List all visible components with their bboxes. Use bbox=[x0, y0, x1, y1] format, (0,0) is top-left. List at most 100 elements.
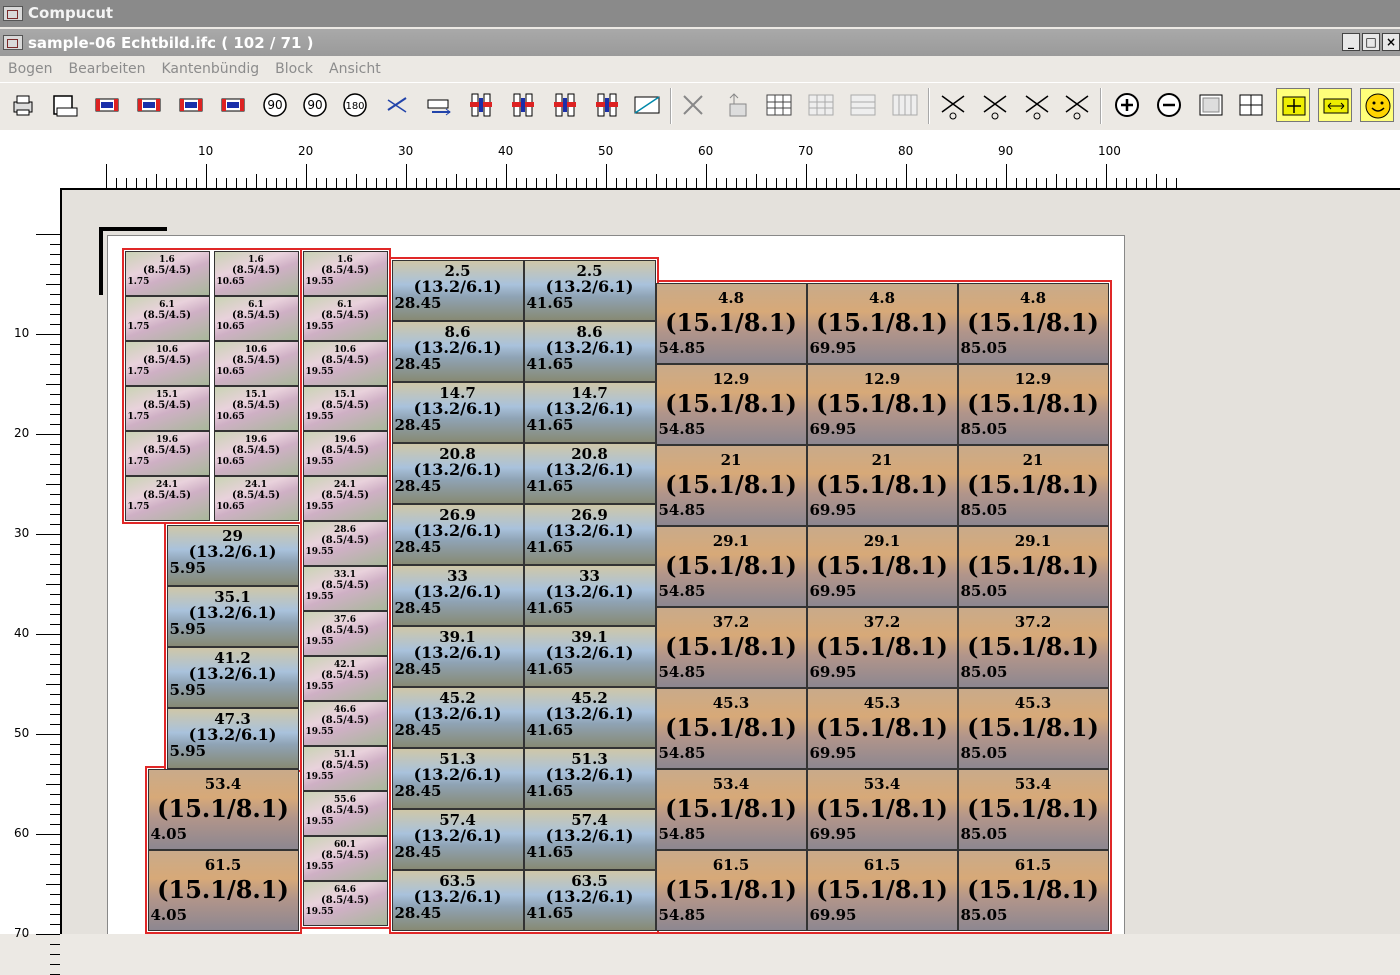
grid-disabled-button[interactable] bbox=[804, 88, 838, 122]
rotate-90-ccw-button[interactable]: 90 bbox=[298, 88, 332, 122]
grid-button[interactable] bbox=[762, 88, 796, 122]
label-small[interactable]: 19.6 (8.5/4.5) 19.55 bbox=[302, 431, 388, 476]
label-large[interactable]: 53.4 (15.1/8.1) 54.85 bbox=[655, 769, 807, 850]
label-red-blue-button[interactable] bbox=[216, 88, 250, 122]
zoom-in-button[interactable] bbox=[1110, 88, 1144, 122]
label-red-blue-button[interactable] bbox=[174, 88, 208, 122]
label-large[interactable]: 29.1 (15.1/8.1) 54.85 bbox=[655, 526, 807, 607]
page-view-button[interactable] bbox=[1194, 88, 1228, 122]
mirror-button[interactable] bbox=[380, 88, 414, 122]
label-medium[interactable]: 2.5 (13.2/6.1) 41.65 bbox=[523, 260, 656, 321]
label-large[interactable]: 29.1 (15.1/8.1) 85.05 bbox=[957, 526, 1109, 607]
label-small[interactable]: 1.6 (8.5/4.5) 1.75 bbox=[124, 251, 210, 296]
rotate-180-button[interactable]: 180 bbox=[338, 88, 372, 122]
label-small[interactable]: 19.6 (8.5/4.5) 1.75 bbox=[124, 431, 210, 476]
frame-button[interactable] bbox=[630, 88, 664, 122]
label-medium[interactable]: 63.5 (13.2/6.1) 28.45 bbox=[391, 870, 524, 931]
menu-ansicht[interactable]: Ansicht bbox=[329, 57, 381, 81]
label-medium[interactable]: 39.1 (13.2/6.1) 28.45 bbox=[391, 626, 524, 687]
label-small[interactable]: 6.1 (8.5/4.5) 10.65 bbox=[213, 296, 299, 341]
label-large[interactable]: 45.3 (15.1/8.1) 54.85 bbox=[655, 688, 807, 769]
label-small[interactable]: 55.6 (8.5/4.5) 19.55 bbox=[302, 791, 388, 836]
label-large[interactable]: 4.8 (15.1/8.1) 69.95 bbox=[806, 283, 958, 364]
label-large[interactable]: 53.4 (15.1/8.1) 69.95 bbox=[806, 769, 958, 850]
label-large[interactable]: 12.9 (15.1/8.1) 85.05 bbox=[957, 364, 1109, 445]
label-small[interactable]: 51.1 (8.5/4.5) 19.55 bbox=[302, 746, 388, 791]
label-large[interactable]: 21 (15.1/8.1) 85.05 bbox=[957, 445, 1109, 526]
label-medium[interactable]: 51.3 (13.2/6.1) 28.45 bbox=[391, 748, 524, 809]
minimize-button[interactable]: _ bbox=[1342, 33, 1360, 51]
label-large[interactable]: 12.9 (15.1/8.1) 69.95 bbox=[806, 364, 958, 445]
label-large[interactable]: 45.3 (15.1/8.1) 85.05 bbox=[957, 688, 1109, 769]
label-small[interactable]: 1.6 (8.5/4.5) 19.55 bbox=[302, 251, 388, 296]
align-arrow-button[interactable] bbox=[422, 88, 456, 122]
label-small[interactable]: 6.1 (8.5/4.5) 1.75 bbox=[124, 296, 210, 341]
menu-bogen[interactable]: Bogen bbox=[8, 57, 53, 81]
label-red-blue-button[interactable] bbox=[90, 88, 124, 122]
label-small[interactable]: 6.1 (8.5/4.5) 19.55 bbox=[302, 296, 388, 341]
label-small[interactable]: 19.6 (8.5/4.5) 10.65 bbox=[213, 431, 299, 476]
label-medium[interactable]: 26.9 (13.2/6.1) 28.45 bbox=[391, 504, 524, 565]
label-small[interactable]: 24.1 (8.5/4.5) 19.55 bbox=[302, 476, 388, 521]
align-left-button[interactable] bbox=[464, 88, 498, 122]
label-large[interactable]: 45.3 (15.1/8.1) 69.95 bbox=[806, 688, 958, 769]
label-medium[interactable]: 8.6 (13.2/6.1) 28.45 bbox=[391, 321, 524, 382]
label-small[interactable]: 15.1 (8.5/4.5) 10.65 bbox=[213, 386, 299, 431]
label-medium[interactable]: 35.1 (13.2/6.1) 5.95 bbox=[166, 586, 299, 647]
label-medium[interactable]: 20.8 (13.2/6.1) 41.65 bbox=[523, 443, 656, 504]
insert-row-button[interactable] bbox=[720, 88, 754, 122]
label-large[interactable]: 21 (15.1/8.1) 69.95 bbox=[806, 445, 958, 526]
label-large[interactable]: 37.2 (15.1/8.1) 54.85 bbox=[655, 607, 807, 688]
label-medium[interactable]: 63.5 (13.2/6.1) 41.65 bbox=[523, 870, 656, 931]
label-small[interactable]: 24.1 (8.5/4.5) 10.65 bbox=[213, 476, 299, 521]
label-large[interactable]: 4.8 (15.1/8.1) 54.85 bbox=[655, 283, 807, 364]
printer-button[interactable] bbox=[6, 88, 40, 122]
label-medium[interactable]: 20.8 (13.2/6.1) 28.45 bbox=[391, 443, 524, 504]
label-small[interactable]: 10.6 (8.5/4.5) 19.55 bbox=[302, 341, 388, 386]
cut-horizontal-button[interactable] bbox=[1020, 88, 1054, 122]
label-medium[interactable]: 33 (13.2/6.1) 28.45 bbox=[391, 565, 524, 626]
maximize-button[interactable]: □ bbox=[1362, 33, 1380, 51]
move-mode-button[interactable] bbox=[1276, 88, 1310, 122]
fit-view-button[interactable] bbox=[1234, 88, 1268, 122]
menu-block[interactable]: Block bbox=[275, 57, 313, 81]
menu-bearbeiten[interactable]: Bearbeiten bbox=[69, 57, 146, 81]
label-small[interactable]: 10.6 (8.5/4.5) 1.75 bbox=[124, 341, 210, 386]
label-medium[interactable]: 45.2 (13.2/6.1) 41.65 bbox=[523, 687, 656, 748]
label-small[interactable]: 15.1 (8.5/4.5) 19.55 bbox=[302, 386, 388, 431]
cut-vertical-button[interactable] bbox=[978, 88, 1012, 122]
label-large[interactable]: 53.4 (15.1/8.1) 85.05 bbox=[957, 769, 1109, 850]
sheet-size-button[interactable] bbox=[48, 88, 82, 122]
layout-canvas[interactable]: 1.6 (8.5/4.5) 1.75 6.1 (8.5/4.5) 1.75 10.6 (8.5… bbox=[62, 190, 1400, 934]
cut-marks-button[interactable] bbox=[936, 88, 970, 122]
label-large[interactable]: 4.8 (15.1/8.1) 85.05 bbox=[957, 283, 1109, 364]
menu-kantenbuendig[interactable]: Kantenbündig bbox=[161, 57, 259, 81]
label-large[interactable]: 61.5 (15.1/8.1) 4.05 bbox=[147, 850, 299, 931]
label-medium[interactable]: 47.3 (13.2/6.1) 5.95 bbox=[166, 708, 299, 769]
label-small[interactable]: 37.6 (8.5/4.5) 19.55 bbox=[302, 611, 388, 656]
label-large[interactable]: 61.5 (15.1/8.1) 69.95 bbox=[806, 850, 958, 931]
label-medium[interactable]: 51.3 (13.2/6.1) 41.65 bbox=[523, 748, 656, 809]
columns-button[interactable] bbox=[888, 88, 922, 122]
label-medium[interactable]: 45.2 (13.2/6.1) 28.45 bbox=[391, 687, 524, 748]
label-medium[interactable]: 33 (13.2/6.1) 41.65 bbox=[523, 565, 656, 626]
align-center-v-button[interactable] bbox=[590, 88, 624, 122]
rows-button[interactable] bbox=[846, 88, 880, 122]
label-large[interactable]: 12.9 (15.1/8.1) 54.85 bbox=[655, 364, 807, 445]
label-small[interactable]: 46.6 (8.5/4.5) 19.55 bbox=[302, 701, 388, 746]
label-medium[interactable]: 39.1 (13.2/6.1) 41.65 bbox=[523, 626, 656, 687]
label-small[interactable]: 60.1 (8.5/4.5) 19.55 bbox=[302, 836, 388, 881]
label-small[interactable]: 28.6 (8.5/4.5) 19.55 bbox=[302, 521, 388, 566]
label-red-blue-button[interactable] bbox=[132, 88, 166, 122]
spacing-mode-button[interactable] bbox=[1318, 88, 1352, 122]
label-medium[interactable]: 14.7 (13.2/6.1) 28.45 bbox=[391, 382, 524, 443]
label-large[interactable]: 37.2 (15.1/8.1) 69.95 bbox=[806, 607, 958, 688]
label-large[interactable]: 21 (15.1/8.1) 54.85 bbox=[655, 445, 807, 526]
label-small[interactable]: 24.1 (8.5/4.5) 1.75 bbox=[124, 476, 210, 521]
label-small[interactable]: 42.1 (8.5/4.5) 19.55 bbox=[302, 656, 388, 701]
align-top-button[interactable] bbox=[506, 88, 540, 122]
label-large[interactable]: 53.4 (15.1/8.1) 4.05 bbox=[147, 769, 299, 850]
label-large[interactable]: 29.1 (15.1/8.1) 69.95 bbox=[806, 526, 958, 607]
label-small[interactable]: 1.6 (8.5/4.5) 10.65 bbox=[213, 251, 299, 296]
label-medium[interactable]: 14.7 (13.2/6.1) 41.65 bbox=[523, 382, 656, 443]
